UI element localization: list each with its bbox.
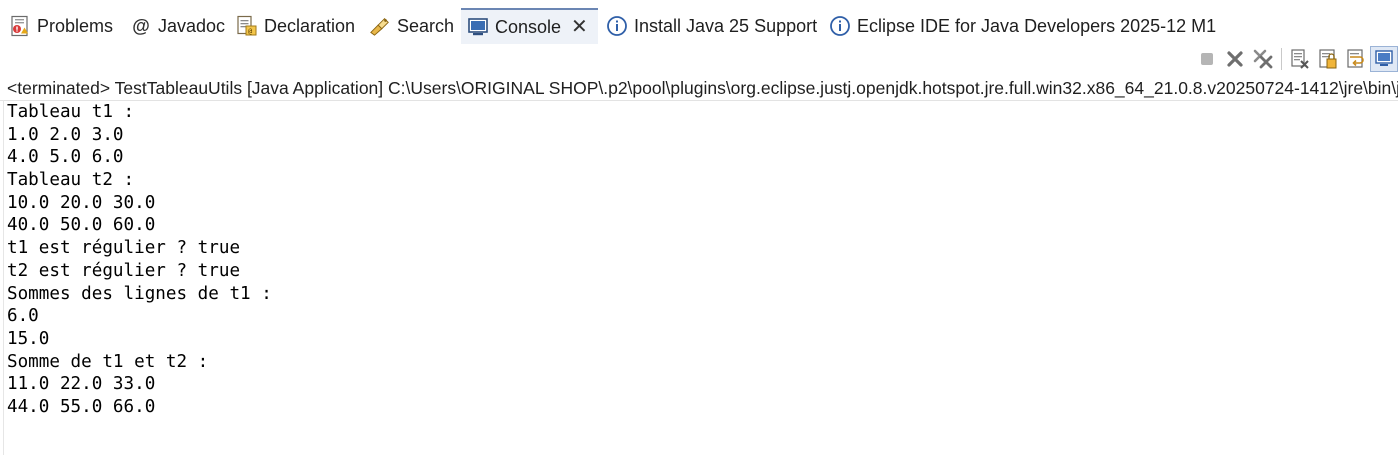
console-line: Tableau t2 : [7, 170, 135, 191]
divider [3, 100, 4, 455]
javadoc-icon: @ [132, 15, 150, 36]
console-line: Tableau t1 : [7, 102, 135, 122]
tab-label: Install Java 25 Support [634, 15, 818, 36]
console-line: 4.0 5.0 6.0 [7, 147, 124, 168]
console-line: Somme de t1 et t2 : [7, 351, 209, 372]
console-view: Problems @ Javadoc @ Declaration Search … [0, 0, 1398, 455]
console-icon [467, 16, 489, 38]
console-line: t1 est régulier ? true [7, 238, 241, 259]
search-icon [369, 15, 391, 37]
console-line: 1.0 2.0 3.0 [7, 124, 124, 145]
toolbar-separator [1281, 48, 1282, 70]
console-line: t2 est régulier ? true [7, 260, 241, 281]
word-wrap-icon[interactable] [1342, 46, 1370, 72]
view-tab-bar: Problems @ Javadoc @ Declaration Search … [0, 0, 1398, 44]
remove-launch-icon[interactable] [1221, 46, 1249, 72]
close-icon[interactable]: ✕ [571, 17, 588, 37]
tab-console[interactable]: Console ✕ [461, 8, 598, 44]
info-icon [606, 15, 628, 37]
console-line: 6.0 [7, 306, 39, 327]
tab-install-java-25-support[interactable]: Install Java 25 Support [606, 8, 817, 44]
console-line: Sommes des lignes de t1 : [7, 283, 272, 304]
problems-icon [9, 15, 31, 37]
tab-label: Declaration [264, 15, 356, 36]
terminate-icon[interactable] [1193, 46, 1221, 72]
tab-label: Problems [37, 15, 114, 36]
console-line: 40.0 50.0 60.0 [7, 215, 156, 236]
scroll-lock-icon[interactable] [1314, 46, 1342, 72]
console-line: 10.0 20.0 30.0 [7, 192, 156, 213]
console-line: 11.0 22.0 33.0 [7, 374, 156, 395]
remove-all-terminated-icon[interactable] [1249, 46, 1277, 72]
console-line: 44.0 55.0 66.0 [7, 396, 156, 417]
declaration-icon: @ [236, 15, 258, 37]
tab-javadoc[interactable]: @ Javadoc [130, 8, 225, 44]
tab-search[interactable]: Search [369, 8, 454, 44]
tab-label: Eclipse IDE for Java Developers 2025-12 … [857, 15, 1217, 36]
tab-problems[interactable]: Problems [9, 8, 113, 44]
tab-label: Search [397, 15, 455, 36]
console-toolbar [1193, 46, 1398, 72]
clear-console-icon[interactable] [1286, 46, 1314, 72]
tab-eclipse-ide-release[interactable]: Eclipse IDE for Java Developers 2025-12 … [829, 8, 1216, 44]
console-process-description: <terminated> TestTableauUtils [Java Appl… [7, 78, 1398, 98]
console-output[interactable]: Tableau t1 : 1.0 2.0 3.0 4.0 5.0 6.0 Tab… [7, 101, 272, 419]
console-line: 15.0 [7, 328, 50, 349]
tab-label: Console [495, 16, 562, 37]
tab-label: Javadoc [158, 15, 226, 36]
pin-console-icon[interactable] [1370, 46, 1398, 72]
info-icon [829, 15, 851, 37]
tab-declaration[interactable]: @ Declaration [236, 8, 355, 44]
